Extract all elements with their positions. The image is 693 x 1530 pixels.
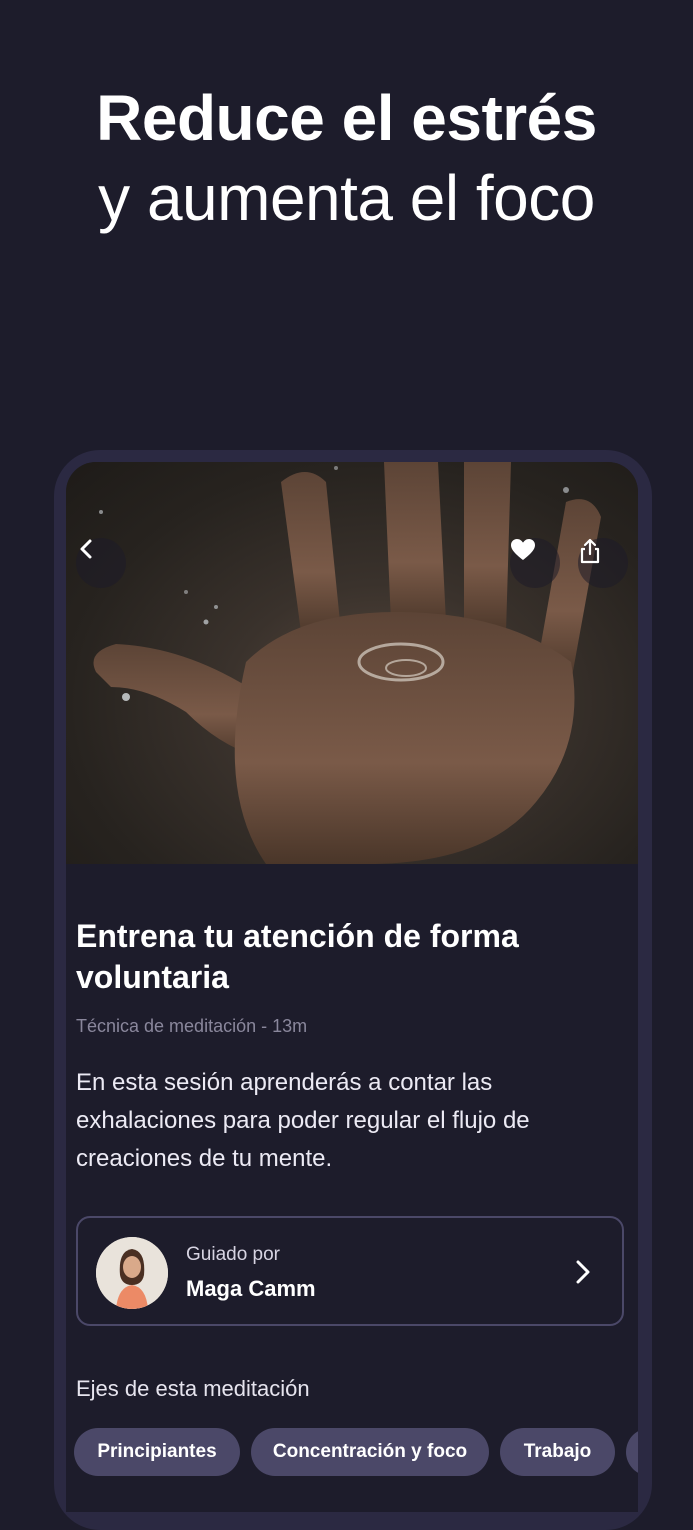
- session-meta: Técnica de meditación - 13m: [76, 1016, 308, 1036]
- hand-illustration: [93, 462, 601, 864]
- chip-principiantes[interactable]: Principiantes: [74, 1428, 240, 1476]
- chip-concentracion[interactable]: Concentración y foco: [251, 1428, 489, 1476]
- favorite-button[interactable]: [510, 538, 560, 588]
- session-description: En esta sesión aprenderás a contar las e…: [76, 1069, 530, 1172]
- share-button[interactable]: [578, 538, 628, 588]
- axes-label: Ejes de esta meditación: [76, 1376, 310, 1401]
- headline-line-2: y aumenta el foco: [98, 162, 595, 234]
- axes-chips: Principiantes Concentración y foco Traba…: [74, 1428, 638, 1476]
- share-icon: [580, 538, 600, 564]
- guide-card[interactable]: Guiado por Maga Camm: [76, 1216, 624, 1326]
- chevron-left-icon: [80, 539, 92, 559]
- chip-trabajo[interactable]: Trabajo: [500, 1428, 615, 1476]
- session-screen: Entrena tu atención de forma voluntaria …: [66, 462, 638, 1512]
- hero-image: [66, 462, 638, 864]
- guide-label: Guiado por: [186, 1244, 281, 1265]
- guide-name: Maga Camm: [186, 1276, 316, 1301]
- heart-icon: [511, 539, 535, 560]
- chevron-right-icon: [576, 1260, 590, 1284]
- chip-more[interactable]: [626, 1428, 638, 1476]
- session-title: Entrena tu atención de forma voluntaria: [76, 918, 519, 995]
- headline: Reduce el estrés y aumenta el foco: [0, 78, 693, 238]
- headline-line-1: Reduce el estrés: [96, 82, 597, 154]
- back-button[interactable]: [76, 538, 126, 588]
- avatar: [96, 1237, 168, 1309]
